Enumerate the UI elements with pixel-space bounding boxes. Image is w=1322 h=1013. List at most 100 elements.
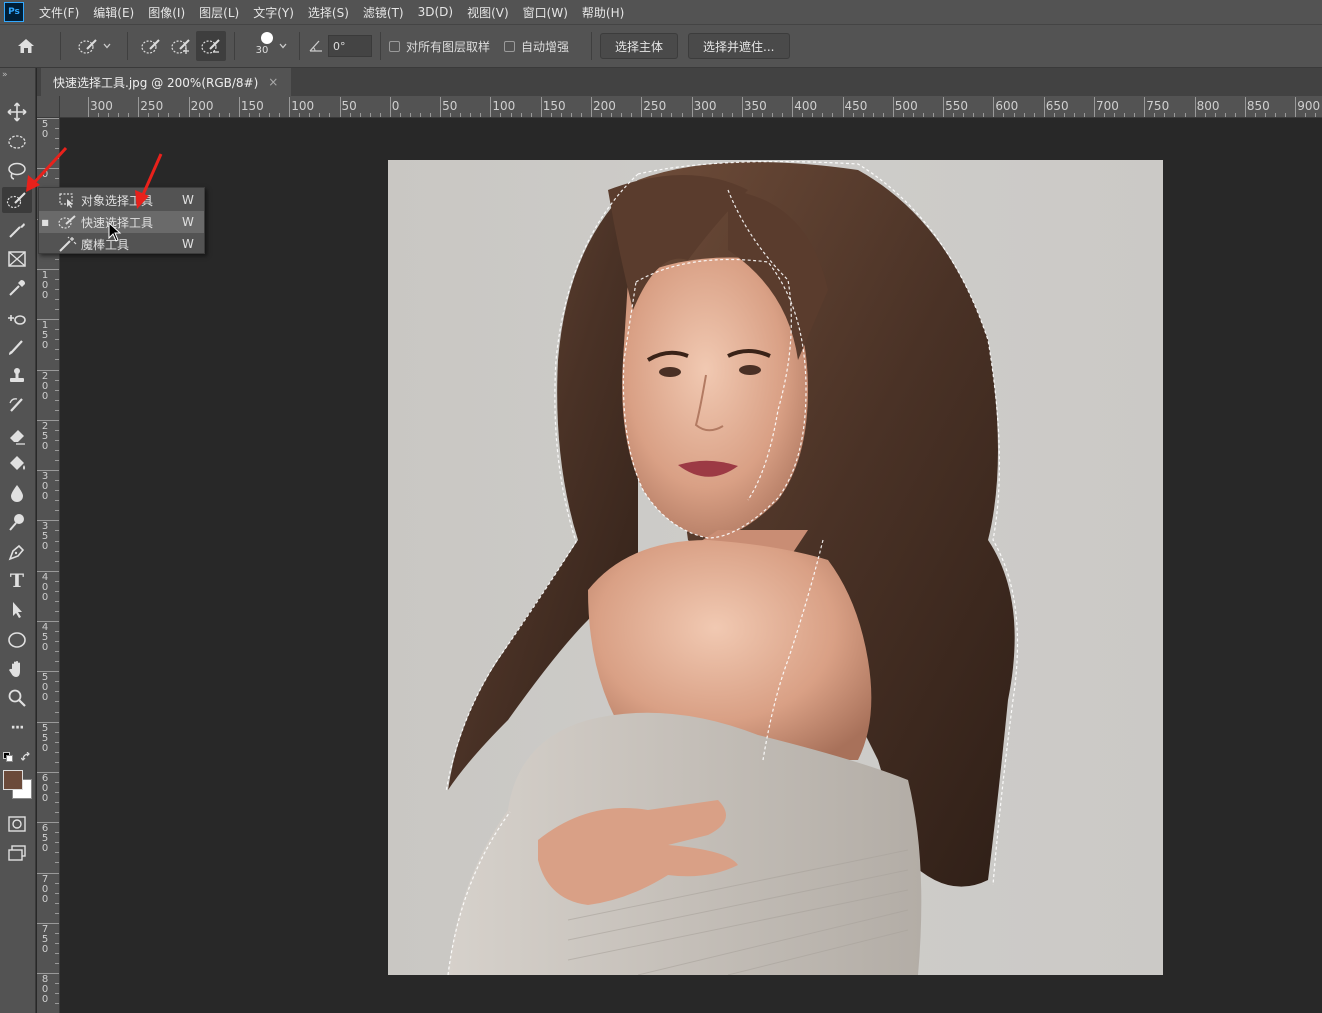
brush-size-value: 30 (255, 45, 269, 56)
ruler-tick (37, 520, 59, 522)
ruler-label: 500 (894, 99, 918, 113)
ruler-minor-tick (450, 113, 452, 117)
menu-type[interactable]: 文字(Y) (246, 4, 301, 21)
ruler-label: 900 (1297, 99, 1321, 113)
subtract-from-selection-button[interactable] (196, 31, 226, 61)
ruler-label: 500 (41, 672, 49, 704)
new-selection-button[interactable] (136, 31, 166, 61)
ruler-minor-tick (55, 892, 59, 894)
ruler-minor-tick (55, 258, 59, 260)
frame-tool[interactable] (2, 246, 32, 272)
arrow-pointer-icon (13, 602, 22, 618)
foreground-color-swatch[interactable] (3, 770, 23, 790)
ruler-tick (37, 973, 59, 975)
ruler-minor-tick (379, 113, 381, 117)
document-tab[interactable]: 快速选择工具.jpg @ 200%(RGB/8#) × (41, 68, 291, 96)
ruler-origin[interactable] (37, 96, 60, 118)
menu-image[interactable]: 图像(I) (141, 4, 192, 21)
eraser-tool[interactable] (2, 422, 32, 448)
ruler-minor-tick (55, 963, 59, 965)
brush-size-picker[interactable]: 30 (243, 31, 291, 61)
sample-all-layers-checkbox[interactable]: 对所有图层取样 (389, 38, 490, 55)
horizontal-ruler[interactable]: 300 250 200 150 100 50 0 50 100 150 200 250 300 350 40… (60, 96, 1322, 118)
menu-file[interactable]: 文件(F) (32, 4, 86, 21)
document-image[interactable] (388, 160, 1163, 975)
brush-tool[interactable] (2, 334, 32, 360)
menu-window[interactable]: 窗口(W) (516, 4, 575, 21)
chevron-down-icon (103, 43, 111, 49)
ruler-label: 150 (41, 320, 49, 352)
ruler-minor-tick (520, 113, 522, 117)
pen-tool[interactable] (2, 539, 32, 565)
ruler-minor-tick (55, 560, 59, 562)
ruler-minor-tick (55, 942, 59, 944)
ruler-minor-tick (55, 480, 59, 482)
ruler-minor-tick (802, 113, 804, 117)
quick-mask-button[interactable] (2, 811, 32, 837)
ellipse-tool[interactable] (2, 627, 32, 653)
home-button[interactable] (0, 31, 52, 61)
brush-wand-icon (9, 223, 25, 238)
menu-view[interactable]: 视图(V) (460, 4, 516, 21)
select-and-mask-button[interactable]: 选择并遮住... (688, 33, 790, 59)
add-selection-brush-icon (171, 39, 190, 54)
type-tool[interactable]: T (2, 568, 32, 594)
ruler-label: 200 (593, 99, 616, 113)
healing-brush-tool[interactable] (2, 305, 32, 331)
screen-mode-button[interactable] (2, 840, 32, 866)
clone-stamp-tool[interactable] (2, 363, 32, 389)
ruler-minor-tick (218, 113, 220, 117)
menu-edit[interactable]: 编辑(E) (86, 4, 141, 21)
close-tab-icon[interactable]: × (268, 75, 278, 89)
ruler-label: 300 (693, 99, 717, 113)
flyout-item-shortcut: W (182, 237, 194, 251)
menu-filter[interactable]: 滤镜(T) (356, 4, 411, 21)
ruler-minor-tick (480, 113, 482, 117)
magic-wand-icon (57, 235, 77, 253)
quick-selection-icon (57, 213, 77, 231)
edit-toolbar-button[interactable]: ··· (2, 715, 32, 741)
zoom-tool[interactable] (2, 685, 32, 711)
ruler-label: 150 (240, 99, 264, 113)
blur-tool[interactable] (2, 480, 32, 506)
history-brush-tool[interactable] (2, 392, 32, 418)
ruler-tick (37, 118, 59, 119)
default-colors-icon[interactable] (3, 752, 13, 762)
ruler-label: 650 (41, 823, 49, 855)
ruler-minor-tick (560, 113, 562, 117)
menu-layer[interactable]: 图层(L) (192, 4, 246, 21)
angle-input[interactable]: 0° (328, 35, 372, 57)
select-subject-button[interactable]: 选择主体 (600, 33, 679, 59)
ruler-label: 750 (41, 923, 49, 955)
ruler-minor-tick (973, 113, 975, 117)
eyedropper-tool[interactable] (2, 275, 32, 301)
auto-enhance-checkbox[interactable]: 自动增强 (504, 38, 569, 55)
tool-preset-picker[interactable] (69, 31, 119, 61)
swap-colors-icon[interactable] (21, 752, 31, 762)
ruler-minor-tick (922, 113, 924, 117)
ruler-minor-tick (1285, 113, 1287, 117)
ruler-minor-tick (55, 993, 59, 995)
ruler-minor-tick (1033, 113, 1035, 117)
ruler-minor-tick (1265, 113, 1267, 117)
collapse-panel-icon[interactable]: » (2, 70, 8, 80)
ruler-label: 350 (743, 99, 767, 113)
separator (591, 32, 593, 60)
ruler-label: 700 (1096, 99, 1119, 113)
ruler-minor-tick (782, 113, 784, 117)
move-tool[interactable] (2, 99, 32, 125)
dodge-tool[interactable] (2, 509, 32, 535)
menu-help[interactable]: 帮助(H) (575, 4, 631, 21)
menu-3d[interactable]: 3D(D) (411, 5, 460, 19)
crop-tool[interactable] (2, 217, 32, 243)
ruler-minor-tick (55, 500, 59, 502)
ruler-minor-tick (611, 113, 613, 117)
ruler-minor-tick (762, 113, 764, 117)
path-selection-tool[interactable] (2, 597, 32, 623)
paint-bucket-tool[interactable] (2, 451, 32, 477)
add-to-selection-button[interactable] (166, 31, 196, 61)
ruler-tick (842, 97, 844, 117)
menu-select[interactable]: 选择(S) (301, 4, 356, 21)
ruler-label: 150 (542, 99, 566, 113)
hand-tool[interactable] (2, 656, 32, 682)
